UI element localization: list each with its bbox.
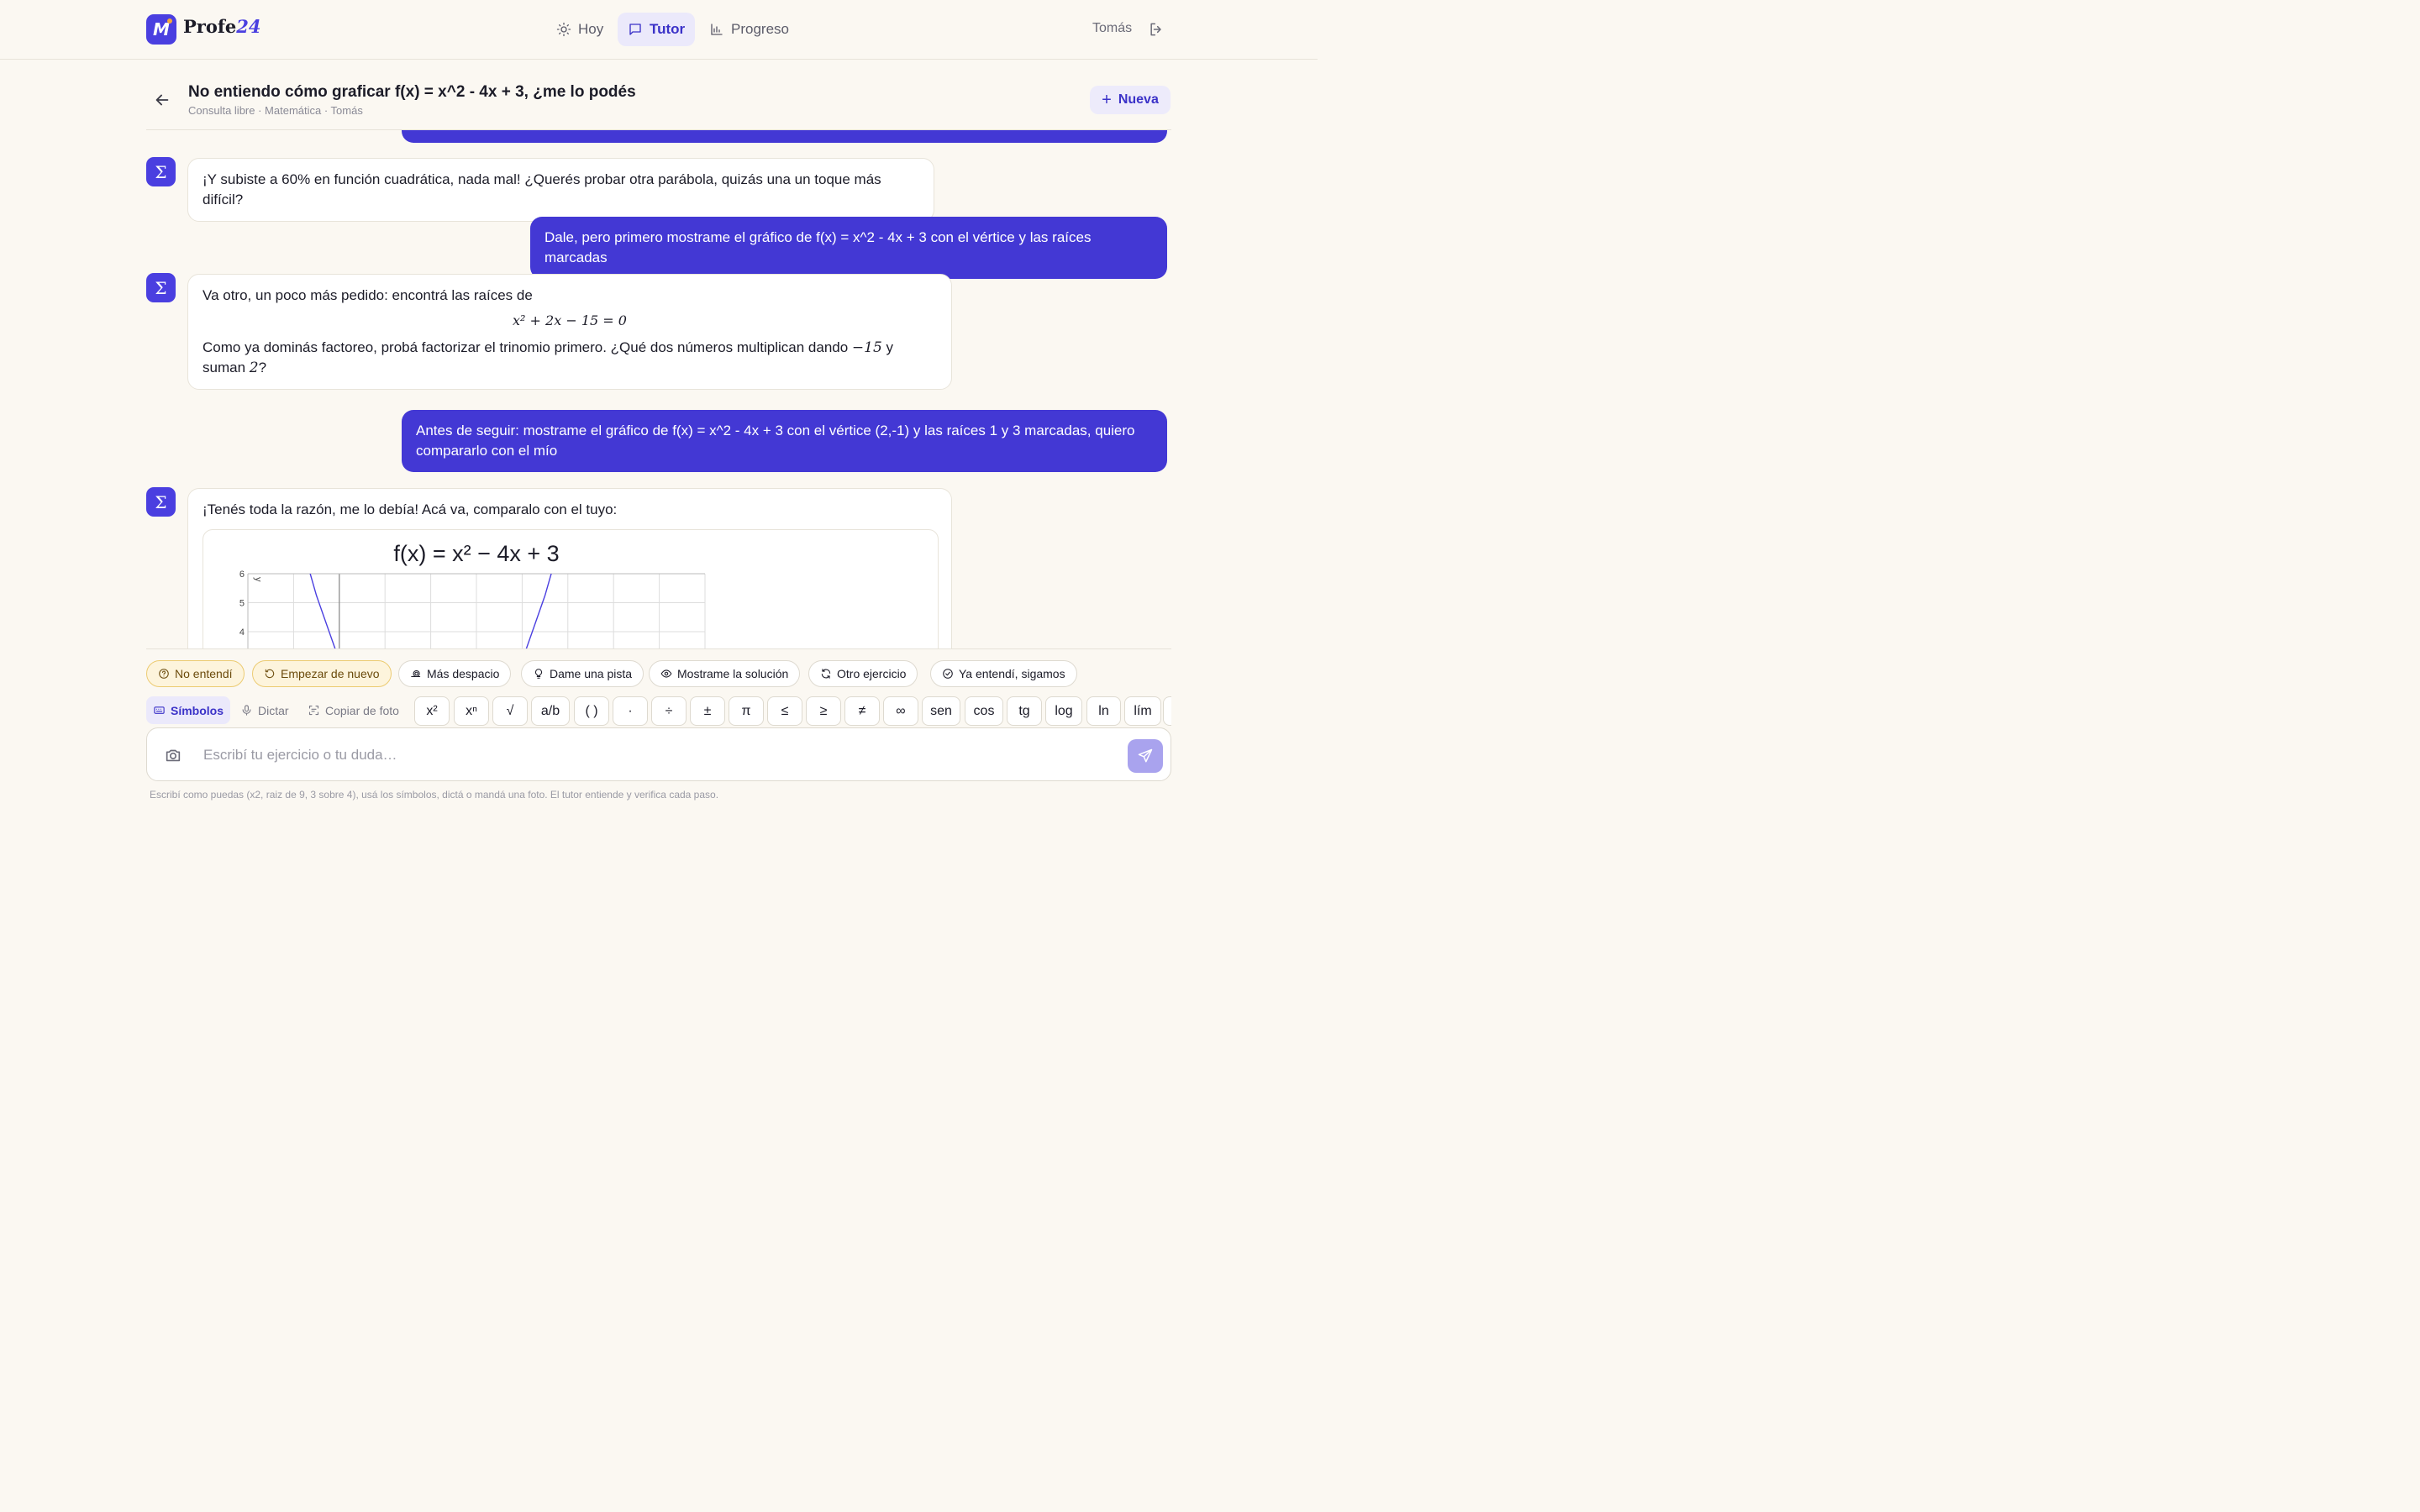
tutor-message: ¡Y subiste a 60% en función cuadrática, … <box>187 158 934 222</box>
function-plot-card: f(x) = x² − 4x + 3 4 5 6 y <box>203 529 939 648</box>
sun-icon <box>556 22 571 37</box>
symbol-key-overflow[interactable] <box>1163 696 1171 726</box>
y-tick-label: 6 <box>239 570 245 580</box>
snail-icon <box>411 669 421 678</box>
symbol-key[interactable]: √ <box>492 696 528 726</box>
tool-scan[interactable]: Copiar de foto <box>301 696 406 724</box>
help-circle-icon <box>159 669 169 679</box>
nav-label: Hoy <box>578 21 604 37</box>
message-text: Va otro, un poco más pedido: encontrá la… <box>203 287 533 303</box>
brand-name[interactable]: Profe24 <box>183 16 261 37</box>
symbol-key[interactable]: ∞ <box>883 696 918 726</box>
chip-label: Más despacio <box>427 667 500 680</box>
tutor-avatar-icon: Σ <box>146 487 176 517</box>
tool-keyboard[interactable]: Símbolos <box>146 696 231 724</box>
symbol-key[interactable]: · <box>613 696 648 726</box>
lightbulb-icon <box>534 669 543 679</box>
nav-hoy[interactable]: Hoy <box>546 13 613 46</box>
y-tick-label: 5 <box>239 599 245 609</box>
user-message-clipped <box>402 130 1167 143</box>
message-text: Dale, pero primero mostrame el gráfico d… <box>544 229 1092 265</box>
chip-label: Empezar de nuevo <box>281 667 380 680</box>
message-list[interactable]: Σ ¡Y subiste a 60% en función cuadrática… <box>0 130 1318 648</box>
send-button[interactable] <box>1128 739 1163 773</box>
new-conversation-button[interactable]: + Nueva <box>1090 86 1171 114</box>
refresh-icon <box>821 669 831 679</box>
user-name: Tomás <box>1092 21 1133 35</box>
back-arrow-icon[interactable] <box>153 91 171 109</box>
chip-label: Dame una pista <box>550 667 633 680</box>
chat-icon <box>629 24 641 35</box>
symbol-key[interactable]: ≥ <box>806 696 841 726</box>
composer-hint: Escribí como puedas (x2, raiz de 9, 3 so… <box>150 789 719 801</box>
nav-progreso[interactable]: Progreso <box>699 13 799 46</box>
nav-label: Progreso <box>731 21 789 37</box>
symbol-key[interactable]: ≤ <box>767 696 802 726</box>
symbol-key[interactable]: cos <box>965 696 1003 726</box>
tool-mic[interactable]: Dictar <box>234 696 296 724</box>
equation: x² + 2x − 15 = 0 <box>513 312 627 328</box>
quick-reply-chip[interactable]: Dame una pista <box>521 660 644 687</box>
symbol-key[interactable]: π <box>729 696 764 726</box>
y-axis-label: y <box>253 577 263 582</box>
symbol-key[interactable]: a/b <box>531 696 570 726</box>
scan-icon <box>308 705 319 716</box>
message-text: Como ya dominás factoreo, probá factoriz… <box>203 339 894 376</box>
bar-chart-icon <box>711 24 723 35</box>
y-tick-label: 4 <box>239 627 245 638</box>
message-input[interactable] <box>202 743 1113 768</box>
conversation-subtitle: Consulta libre · Matemática · Tomás <box>188 104 363 117</box>
chip-label: Otro ejercicio <box>837 667 907 680</box>
user-message: Antes de seguir: mostrame el gráfico de … <box>402 410 1167 472</box>
symbol-key[interactable]: ≠ <box>844 696 880 726</box>
nav-tutor[interactable]: Tutor <box>618 13 696 46</box>
message-text: ¡Tenés toda la razón, me lo debía! Acá v… <box>203 501 618 517</box>
tutor-avatar-icon: Σ <box>146 273 176 302</box>
chip-label: Ya entendí, sigamos <box>959 667 1065 680</box>
quick-reply-chip[interactable]: Más despacio <box>398 660 512 687</box>
quick-reply-chip[interactable]: Otro ejercicio <box>808 660 918 687</box>
symbol-key[interactable]: log <box>1045 696 1082 726</box>
composer-divider <box>146 648 1171 649</box>
quick-reply-chip[interactable]: Empezar de nuevo <box>252 660 392 687</box>
symbol-key[interactable]: ln <box>1086 696 1121 726</box>
new-button-label: Nueva <box>1118 92 1159 107</box>
quick-reply-chip[interactable]: No entendí <box>146 660 245 687</box>
conversation-title: No entiendo cómo graficar f(x) = x^2 - 4… <box>188 83 636 101</box>
chip-label: No entendí <box>175 667 233 680</box>
function-plot: f(x) = x² − 4x + 3 4 5 6 y <box>239 541 706 648</box>
quick-reply-chip[interactable]: Ya entendí, sigamos <box>930 660 1077 687</box>
symbol-key[interactable]: ÷ <box>651 696 687 726</box>
mic-icon <box>242 705 251 716</box>
keyboard-icon <box>154 706 165 714</box>
top-bar: M Profe24 Hoy Tutor Progreso Tomás <box>0 0 1318 60</box>
chart-title: f(x) = x² − 4x + 3 <box>393 541 559 566</box>
chip-label: Mostrame la solución <box>677 667 789 680</box>
symbol-key[interactable]: ± <box>690 696 725 726</box>
nav-label: Tutor <box>650 21 686 37</box>
tutor-message: Va otro, un poco más pedido: encontrá la… <box>187 274 952 390</box>
send-icon <box>1138 748 1153 763</box>
message-text: ¡Y subiste a 60% en función cuadrática, … <box>203 171 881 207</box>
tool-label: Copiar de foto <box>325 703 399 717</box>
brand-logo-icon[interactable]: M <box>146 14 176 45</box>
symbol-key[interactable]: x² <box>414 696 450 726</box>
symbol-key[interactable]: xⁿ <box>454 696 489 726</box>
quick-reply-chip[interactable]: Mostrame la solución <box>649 660 801 687</box>
eye-icon <box>660 669 672 678</box>
symbol-key[interactable]: lím <box>1124 696 1161 726</box>
tutor-avatar-icon: Σ <box>146 157 176 186</box>
user-message: Dale, pero primero mostrame el gráfico d… <box>530 217 1167 279</box>
logout-icon[interactable] <box>1148 21 1165 38</box>
check-circle-icon <box>943 669 953 679</box>
restart-icon <box>265 669 275 679</box>
message-text: Antes de seguir: mostrame el gráfico de … <box>416 423 1135 459</box>
tool-label: Símbolos <box>171 703 224 717</box>
symbol-key[interactable]: tg <box>1007 696 1042 726</box>
tool-label: Dictar <box>258 703 289 717</box>
symbol-key[interactable]: sen <box>922 696 960 726</box>
plus-icon: + <box>1102 90 1112 109</box>
symbol-key[interactable]: ( ) <box>574 696 609 726</box>
camera-icon[interactable] <box>164 746 182 764</box>
